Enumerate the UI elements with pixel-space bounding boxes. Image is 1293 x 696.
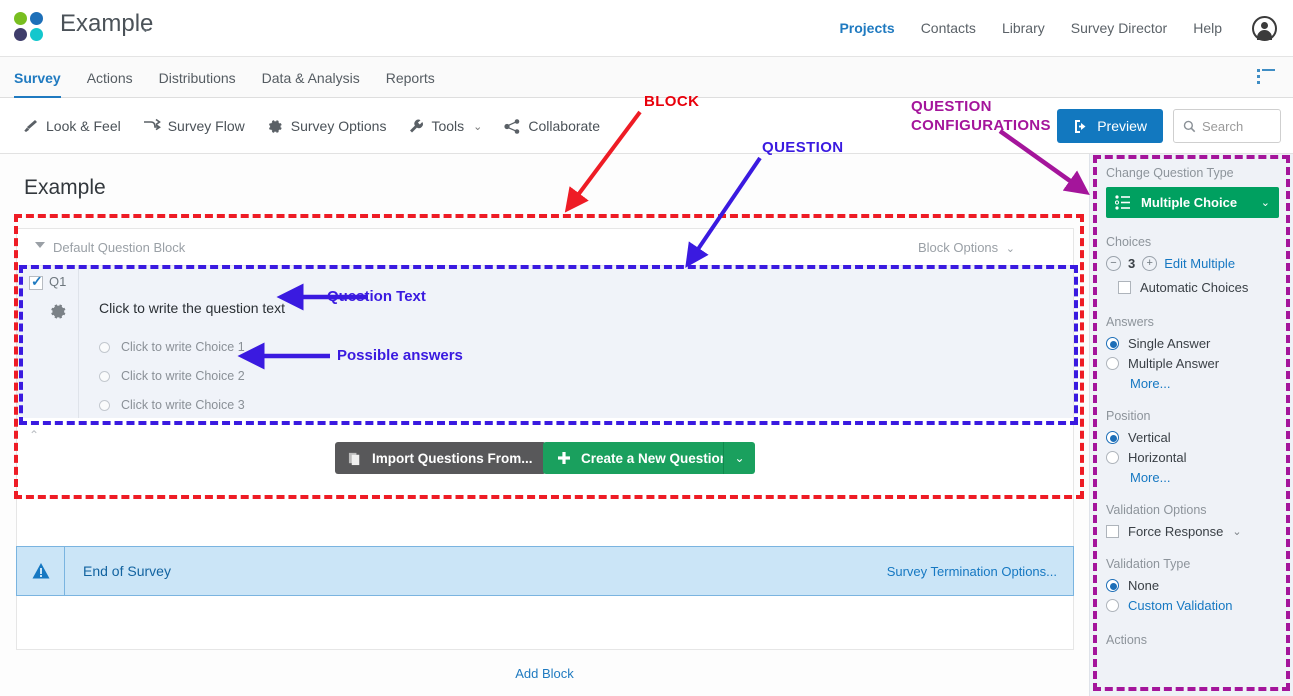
toolbar-survey-flow-label: Survey Flow — [167, 118, 245, 134]
top-bar: Example ⌄ Projects Contacts Library Surv… — [0, 0, 1293, 56]
gear-icon — [268, 119, 282, 133]
page-title: Example — [24, 176, 106, 199]
tab-actions[interactable]: Actions — [87, 57, 133, 99]
top-navigation: Projects Contacts Library Survey Directo… — [839, 0, 1277, 56]
topnav-item-projects[interactable]: Projects — [839, 20, 894, 36]
chevron-down-icon[interactable]: ⌄ — [140, 20, 151, 36]
annotation-label-question-text: Question Text — [327, 288, 426, 305]
annotation-question-box — [19, 265, 1078, 425]
tab-reports[interactable]: Reports — [386, 57, 435, 99]
annotation-question-configurations-box — [1093, 155, 1290, 691]
app-root: Example ⌄ Projects Contacts Library Surv… — [0, 0, 1293, 696]
end-of-survey-icon-cell — [17, 547, 65, 595]
tab-data-analysis[interactable]: Data & Analysis — [262, 57, 360, 99]
paintbrush-icon — [24, 119, 37, 132]
add-block-link[interactable]: Add Block — [0, 666, 1089, 681]
toolbar-survey-options-label: Survey Options — [290, 118, 387, 134]
topnav-item-library[interactable]: Library — [1002, 20, 1045, 36]
toolbar-tools[interactable]: Tools ⌄ — [408, 118, 482, 135]
survey-termination-options-link[interactable]: Survey Termination Options... — [887, 564, 1057, 579]
preview-button[interactable]: Preview — [1057, 109, 1163, 143]
toolbar-collaborate-label: Collaborate — [528, 118, 600, 134]
search-icon — [1183, 120, 1196, 132]
annotation-label-qconf-line2: CONFIGURATIONS — [911, 117, 1051, 134]
warning-triangle-icon — [32, 563, 49, 579]
tab-bar: Survey Actions Distributions Data & Anal… — [0, 56, 1293, 99]
topnav-item-survey-director[interactable]: Survey Director — [1071, 20, 1167, 36]
tab-distributions[interactable]: Distributions — [159, 57, 236, 99]
preview-icon — [1075, 119, 1086, 133]
toolbar-survey-flow[interactable]: Survey Flow — [143, 118, 245, 135]
share-nodes-icon — [504, 118, 520, 134]
annotation-label-block: BLOCK — [644, 93, 700, 110]
toolbar-survey-options[interactable]: Survey Options — [267, 118, 387, 135]
toolbar-collaborate[interactable]: Collaborate — [504, 118, 600, 135]
user-avatar[interactable] — [1252, 15, 1277, 41]
tab-survey[interactable]: Survey — [14, 57, 61, 99]
chevron-down-icon: ⌄ — [473, 120, 483, 133]
search-placeholder: Search — [1202, 118, 1244, 134]
annotation-label-question: QUESTION — [762, 139, 844, 156]
qualtrics-logo[interactable] — [14, 12, 46, 44]
topnav-item-contacts[interactable]: Contacts — [921, 20, 976, 36]
toolbar-look-and-feel[interactable]: Look & Feel — [22, 118, 121, 135]
toolbar-look-and-feel-label: Look & Feel — [46, 118, 121, 134]
wrench-icon — [410, 119, 424, 132]
annotation-label-possible-answers: Possible answers — [337, 347, 463, 364]
list-view-icon[interactable] — [1257, 69, 1275, 85]
search-input[interactable]: Search — [1173, 109, 1281, 143]
annotation-label-question-configurations: QUESTION CONFIGURATIONS — [911, 97, 1051, 135]
annotation-label-qconf-line1: QUESTION — [911, 98, 992, 115]
preview-button-label: Preview — [1097, 118, 1147, 134]
end-of-survey-label: End of Survey — [83, 563, 171, 579]
flow-arrows-icon — [143, 118, 161, 130]
end-of-survey-bar: End of Survey Survey Termination Options… — [16, 546, 1074, 596]
topnav-item-help[interactable]: Help — [1193, 20, 1222, 36]
toolbar-tools-label: Tools — [431, 118, 465, 134]
